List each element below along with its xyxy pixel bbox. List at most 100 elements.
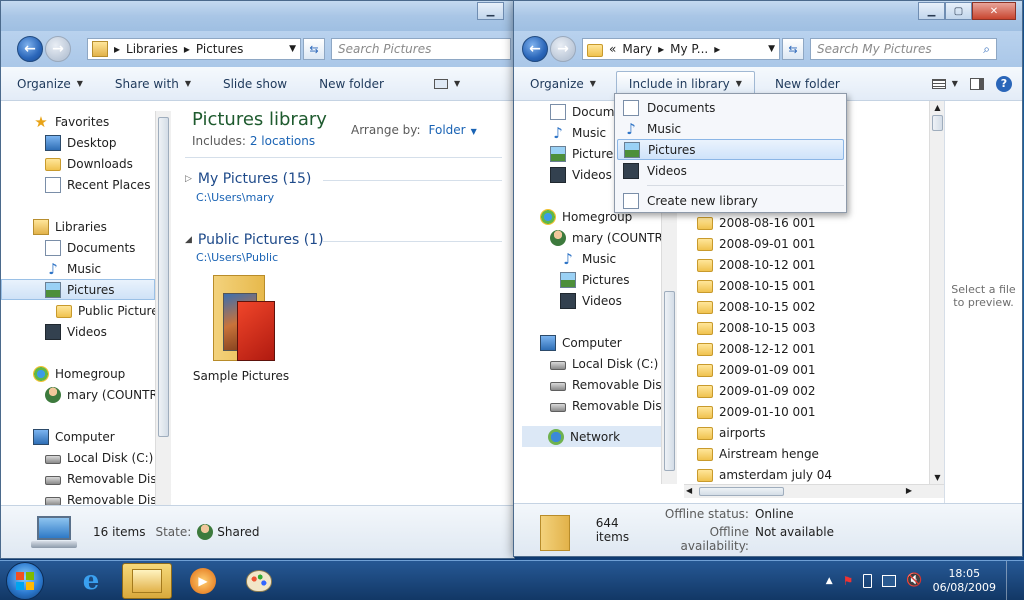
list-item[interactable]: airports: [697, 422, 947, 443]
nav-removable-disk-2[interactable]: Removable Disk (: [1, 489, 173, 505]
address-dropdown-icon[interactable]: ▼: [289, 44, 296, 54]
new-folder-button[interactable]: New folder: [759, 77, 856, 91]
show-desktop-button[interactable]: [1006, 560, 1016, 600]
breadcrumb-my-pictures[interactable]: My P...: [670, 42, 708, 56]
volume-muted-icon[interactable]: 🔇: [906, 573, 922, 588]
breadcrumb-libraries[interactable]: Libraries: [126, 42, 178, 56]
nav-homegroup-videos[interactable]: Videos: [514, 290, 661, 311]
nav-music[interactable]: ♪ Music: [1, 258, 173, 279]
taskbar-paint[interactable]: [234, 563, 284, 599]
menu-item-music[interactable]: ♪ Music: [615, 118, 846, 139]
nav-pictures[interactable]: Pictures: [1, 279, 155, 300]
nav-documents[interactable]: Documents: [1, 237, 173, 258]
menu-item-pictures[interactable]: Pictures: [617, 139, 844, 160]
view-options-button[interactable]: ▼: [418, 78, 476, 89]
nav-local-disk[interactable]: Local Disk (C:): [1, 447, 173, 468]
scrollbar-thumb[interactable]: [699, 487, 784, 496]
list-item[interactable]: 2008-10-15 002: [697, 296, 947, 317]
horizontal-scrollbar[interactable]: ◀ ▶: [684, 484, 946, 498]
list-item[interactable]: 2008-12-12 001: [697, 338, 947, 359]
minimize-button[interactable]: ▁: [918, 2, 945, 20]
nav-homegroup-music[interactable]: ♪ Music: [514, 248, 661, 269]
taskbar-internet-explorer[interactable]: e: [66, 563, 116, 599]
address-bar[interactable]: « Mary ▸ My P... ▸ ▼: [582, 38, 780, 60]
menu-item-videos[interactable]: Videos: [615, 160, 846, 181]
start-button[interactable]: [6, 561, 44, 600]
breadcrumb-mary[interactable]: Mary: [622, 42, 652, 56]
organize-button[interactable]: Organize ▼: [514, 77, 612, 91]
battery-icon[interactable]: [863, 573, 873, 588]
nav-local-disk[interactable]: Local Disk (C:): [514, 353, 661, 374]
list-item[interactable]: Airstream henge: [697, 443, 947, 464]
nav-downloads[interactable]: Downloads: [1, 153, 173, 174]
nav-computer[interactable]: Computer: [1, 426, 173, 447]
nav-desktop[interactable]: Desktop: [1, 132, 173, 153]
arrange-by-dropdown[interactable]: Folder: [429, 123, 466, 137]
refresh-button[interactable]: ⇆: [782, 38, 804, 60]
back-title-bar[interactable]: ▁: [1, 1, 514, 31]
list-item[interactable]: 2008-10-12 001: [697, 254, 947, 275]
view-options-button[interactable]: ▼: [926, 78, 964, 89]
nav-homegroup-user[interactable]: mary (COUNTRU: [514, 227, 661, 248]
back-forward-button[interactable]: →: [45, 36, 71, 62]
back-minimize-button[interactable]: ▁: [477, 2, 504, 20]
search-input[interactable]: Search My Pictures ⌕: [810, 38, 997, 60]
nav-network[interactable]: Network: [522, 426, 661, 447]
sample-pictures-folder[interactable]: Sample Pictures: [191, 271, 291, 383]
nav-recent-places[interactable]: Recent Places: [1, 174, 173, 195]
scroll-right-icon[interactable]: ▶: [906, 486, 912, 495]
back-nav-scrollbar[interactable]: [155, 111, 171, 505]
file-list-scrollbar[interactable]: ▲ ▼: [929, 101, 945, 484]
nav-removable-disk-1[interactable]: Removable Disk (: [1, 468, 173, 489]
list-item[interactable]: 2009-01-10 001: [697, 401, 947, 422]
action-center-flag-icon[interactable]: ⚑: [843, 574, 854, 588]
scroll-up-icon[interactable]: ▲: [930, 103, 945, 112]
nav-removable-disk-2[interactable]: Removable Disk (: [514, 395, 661, 416]
scroll-left-icon[interactable]: ◀: [686, 486, 692, 495]
back-back-button[interactable]: ←: [17, 36, 43, 62]
back-refresh-button[interactable]: ⇆: [303, 38, 325, 60]
preview-pane-button[interactable]: [964, 77, 990, 90]
network-tray-icon[interactable]: [882, 574, 897, 587]
nav-favorites[interactable]: ★ Favorites: [1, 111, 173, 132]
group-public-pictures[interactable]: ◢ Public Pictures (1): [185, 232, 324, 248]
taskbar-media-player[interactable]: ▶: [178, 563, 228, 599]
scrollbar-thumb[interactable]: [932, 115, 943, 131]
nav-removable-disk-1[interactable]: Removable Disk (: [514, 374, 661, 395]
front-title-bar[interactable]: ▁ ▢ ✕: [514, 1, 1022, 31]
clock[interactable]: 18:05 06/08/2009: [933, 567, 996, 595]
breadcrumb-overflow[interactable]: «: [609, 42, 616, 56]
nav-homegroup[interactable]: Homegroup: [1, 363, 173, 384]
back-search-input[interactable]: Search Pictures: [331, 38, 511, 60]
forward-button[interactable]: →: [550, 36, 576, 62]
breadcrumb-pictures[interactable]: Pictures: [196, 42, 244, 56]
list-item[interactable]: 2008-09-01 001: [697, 233, 947, 254]
close-button[interactable]: ✕: [972, 2, 1016, 20]
help-button[interactable]: ?: [990, 75, 1018, 92]
back-button[interactable]: ←: [522, 36, 548, 62]
menu-item-documents[interactable]: Documents: [615, 97, 846, 118]
nav-public-pictures[interactable]: Public Pictures: [1, 300, 173, 321]
address-dropdown-icon[interactable]: ▼: [768, 44, 775, 54]
nav-computer[interactable]: Computer: [514, 332, 661, 353]
scrollbar-thumb[interactable]: [158, 117, 169, 437]
nav-libraries[interactable]: Libraries: [1, 216, 173, 237]
scroll-down-icon[interactable]: ▼: [930, 473, 945, 482]
list-item[interactable]: 2009-01-09 002: [697, 380, 947, 401]
organize-button[interactable]: Organize ▼: [1, 77, 99, 91]
show-hidden-icons-button[interactable]: ▲: [826, 576, 833, 586]
list-item[interactable]: 2009-01-09 001: [697, 359, 947, 380]
nav-homegroup-user[interactable]: mary (COUNTRU: [1, 384, 173, 405]
maximize-button[interactable]: ▢: [945, 2, 972, 20]
scrollbar-thumb[interactable]: [664, 291, 675, 471]
list-item[interactable]: 2008-08-16 001: [697, 212, 947, 233]
share-with-button[interactable]: Share with ▼: [99, 77, 207, 91]
new-folder-button[interactable]: New folder: [303, 77, 400, 91]
back-address-bar[interactable]: ▸ Libraries ▸ Pictures ▼: [87, 38, 301, 60]
group-my-pictures[interactable]: ▷ My Pictures (15): [185, 171, 311, 187]
locations-link[interactable]: 2 locations: [250, 134, 315, 148]
list-item[interactable]: 2008-10-15 003: [697, 317, 947, 338]
list-item[interactable]: 2008-10-15 001: [697, 275, 947, 296]
nav-videos[interactable]: Videos: [1, 321, 173, 342]
list-item[interactable]: amsterdam july 04: [697, 464, 947, 485]
